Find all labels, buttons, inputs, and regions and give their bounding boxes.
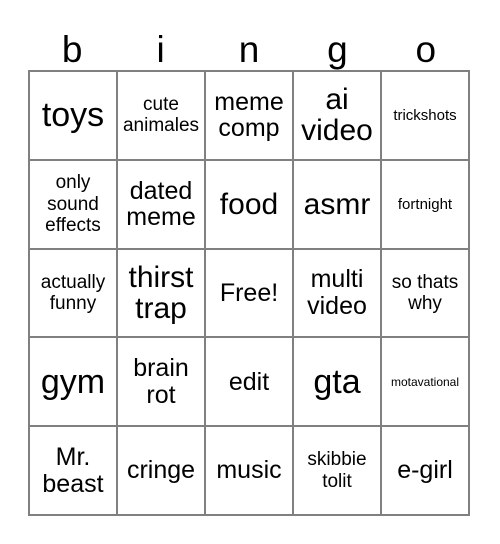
bingo-cell-i5[interactable]: cringe <box>118 427 206 516</box>
bingo-cell-label: multi video <box>307 265 367 320</box>
bingo-cell-g1[interactable]: ai video <box>294 72 382 161</box>
bingo-cell-i3[interactable]: thirst trap <box>118 249 206 339</box>
bingo-header-letter-g: g <box>327 29 348 70</box>
bingo-cell-label: ai video <box>301 83 373 148</box>
bingo-cell-b3[interactable]: actually funny <box>30 249 118 339</box>
bingo-cell-label: gym <box>40 362 106 401</box>
bingo-cell-b2[interactable]: only sound effects <box>30 160 118 250</box>
bingo-cell-label: cringe <box>126 456 196 485</box>
bingo-cell-g3[interactable]: multi video <box>294 249 382 339</box>
bingo-cell-label: edit <box>228 367 270 396</box>
bingo-cell-g2[interactable]: asmr <box>294 160 382 250</box>
bingo-cell-b4[interactable]: gym <box>30 338 118 428</box>
bingo-cell-label: music <box>216 456 282 485</box>
bingo-cell-label: so thats why <box>391 271 459 314</box>
bingo-header-letter-n: n <box>238 29 260 70</box>
bingo-cell-label: trickshots <box>393 106 457 124</box>
bingo-cell-n5[interactable]: music <box>206 427 294 516</box>
bingo-cell-g5[interactable]: skibbie tolit <box>294 427 382 516</box>
bingo-cell-n4[interactable]: edit <box>206 338 294 428</box>
bingo-cell-o1[interactable]: trickshots <box>382 72 470 161</box>
bingo-cell-b5[interactable]: Mr. beast <box>30 427 118 516</box>
bingo-cell-label: thirst trap <box>128 260 194 325</box>
bingo-cell-label: skibbie tolit <box>307 449 367 492</box>
bingo-header-letter-i: i <box>156 29 165 70</box>
bingo-cell-b1[interactable]: toys <box>30 72 118 161</box>
bingo-card: b i n g o toys cute animales meme comp a… <box>0 0 500 544</box>
bingo-header-row: b i n g o <box>28 22 470 70</box>
bingo-cell-label: cute animales <box>122 94 200 137</box>
bingo-cell-label: fortnight <box>397 195 453 213</box>
bingo-cell-label: meme comp <box>214 87 284 143</box>
bingo-cell-free-space[interactable]: Free! <box>206 249 294 339</box>
bingo-cell-o2[interactable]: fortnight <box>382 160 470 250</box>
bingo-cell-n1[interactable]: meme comp <box>206 72 294 161</box>
bingo-header-letter-b: b <box>61 29 83 70</box>
bingo-cell-o3[interactable]: so thats why <box>382 249 470 339</box>
bingo-cell-label: only sound effects <box>45 172 101 236</box>
bingo-cell-label: dated meme <box>126 176 196 232</box>
bingo-cell-o4[interactable]: motavational <box>382 338 470 428</box>
bingo-cell-label: brain rot <box>133 354 189 409</box>
bingo-cell-label: actually funny <box>40 271 106 314</box>
bingo-cell-n2[interactable]: food <box>206 160 294 250</box>
bingo-cell-g4[interactable]: gta <box>294 338 382 428</box>
bingo-cell-label: gta <box>313 362 361 401</box>
bingo-cell-label: motavational <box>390 374 460 389</box>
bingo-cell-label: food <box>219 187 279 221</box>
bingo-cell-label: Free! <box>219 278 279 307</box>
bingo-cell-label: asmr <box>303 187 371 221</box>
bingo-cell-label: e-girl <box>397 456 453 485</box>
bingo-header-letter-o: o <box>415 29 437 70</box>
bingo-grid: toys cute animales meme comp ai video tr… <box>28 70 470 516</box>
bingo-cell-i4[interactable]: brain rot <box>118 338 206 428</box>
bingo-cell-i2[interactable]: dated meme <box>118 160 206 250</box>
bingo-cell-label: Mr. beast <box>42 443 104 498</box>
bingo-cell-i1[interactable]: cute animales <box>118 72 206 161</box>
bingo-cell-o5[interactable]: e-girl <box>382 427 470 516</box>
bingo-cell-label: toys <box>41 96 105 135</box>
